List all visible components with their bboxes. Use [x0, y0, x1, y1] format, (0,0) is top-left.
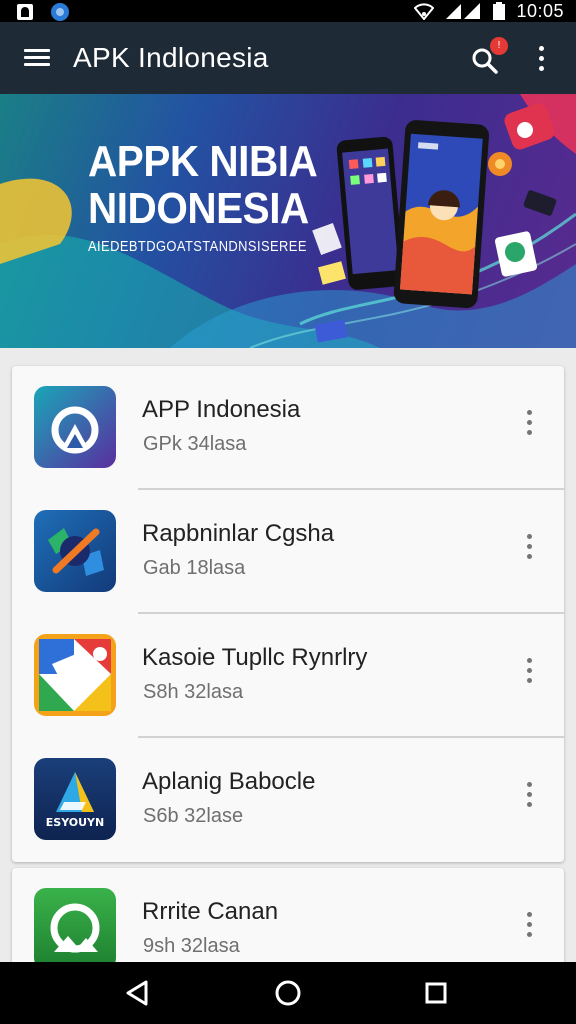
recents-icon[interactable]: [416, 974, 456, 1012]
app-title: APK Indlonesia: [73, 42, 269, 73]
signal-icon: [446, 3, 481, 19]
more-vert-icon[interactable]: [518, 908, 542, 942]
app-indonesia-icon: [34, 386, 116, 468]
more-vert-icon[interactable]: [528, 42, 554, 76]
aplanig-icon: ESYOUYN: [34, 758, 116, 840]
globe-icon: [51, 3, 69, 21]
banner-subtitle: AIEDEBTDGOATSTANDNSISEREE: [88, 238, 307, 255]
rrrite-icon: [34, 888, 116, 970]
list-item[interactable]: ESYOUYN Aplanig Babocle S6b 32lase: [12, 738, 564, 862]
icon-caption: ESYOUYN: [45, 816, 105, 829]
navigation-bar: [0, 962, 576, 1024]
notification-badge: !: [490, 37, 508, 55]
clock: 10:05: [516, 0, 564, 21]
more-vert-icon[interactable]: [518, 530, 542, 564]
list-item[interactable]: APP Indonesia GPk 34lasa: [12, 366, 564, 490]
app-name: Aplanig Babocle: [142, 768, 316, 795]
wifi-icon: [414, 3, 435, 20]
app-subtitle: Gab 18lasa: [143, 557, 246, 579]
app-name: Rrrite Canan: [142, 898, 279, 925]
more-vert-icon[interactable]: [518, 406, 542, 440]
more-vert-icon[interactable]: [518, 778, 542, 812]
battery-icon: [493, 2, 506, 20]
app-subtitle: S8h 32lasa: [143, 681, 244, 703]
banner-title: APPK NIBIA NIDONESIA: [88, 137, 318, 233]
kasoie-icon: [34, 634, 116, 716]
app-name: APP Indonesia: [142, 396, 301, 423]
list-item[interactable]: Rapbninlar Cgsha Gab 18lasa: [12, 490, 564, 614]
list-item[interactable]: Kasoie Tupllc Rynrlry S8h 32lasa: [12, 614, 564, 738]
menu-icon[interactable]: [22, 46, 52, 70]
gear-icon: [488, 152, 512, 176]
app-subtitle: GPk 34lasa: [143, 433, 247, 455]
app-subtitle: 9sh 32lasa: [143, 935, 240, 957]
app-bar: APK Indlonesia !: [0, 22, 576, 94]
back-icon[interactable]: [118, 974, 158, 1012]
app-name: Kasoie Tupllc Rynrlry: [142, 644, 368, 671]
home-icon[interactable]: [268, 974, 308, 1012]
app-list-card: APP Indonesia GPk 34lasa Rapbninlar Cgsh…: [12, 366, 564, 862]
ghost-icon: [17, 4, 33, 20]
app-subtitle: S6b 32lase: [143, 805, 244, 827]
status-bar: 10:05: [0, 0, 576, 22]
more-vert-icon[interactable]: [518, 654, 542, 688]
app-name: Rapbninlar Cgsha: [142, 520, 335, 547]
rapbninlar-icon: [34, 510, 116, 592]
promo-banner[interactable]: APPK NIBIA NIDONESIA AIEDEBTDGOATSTANDNS…: [0, 94, 576, 348]
